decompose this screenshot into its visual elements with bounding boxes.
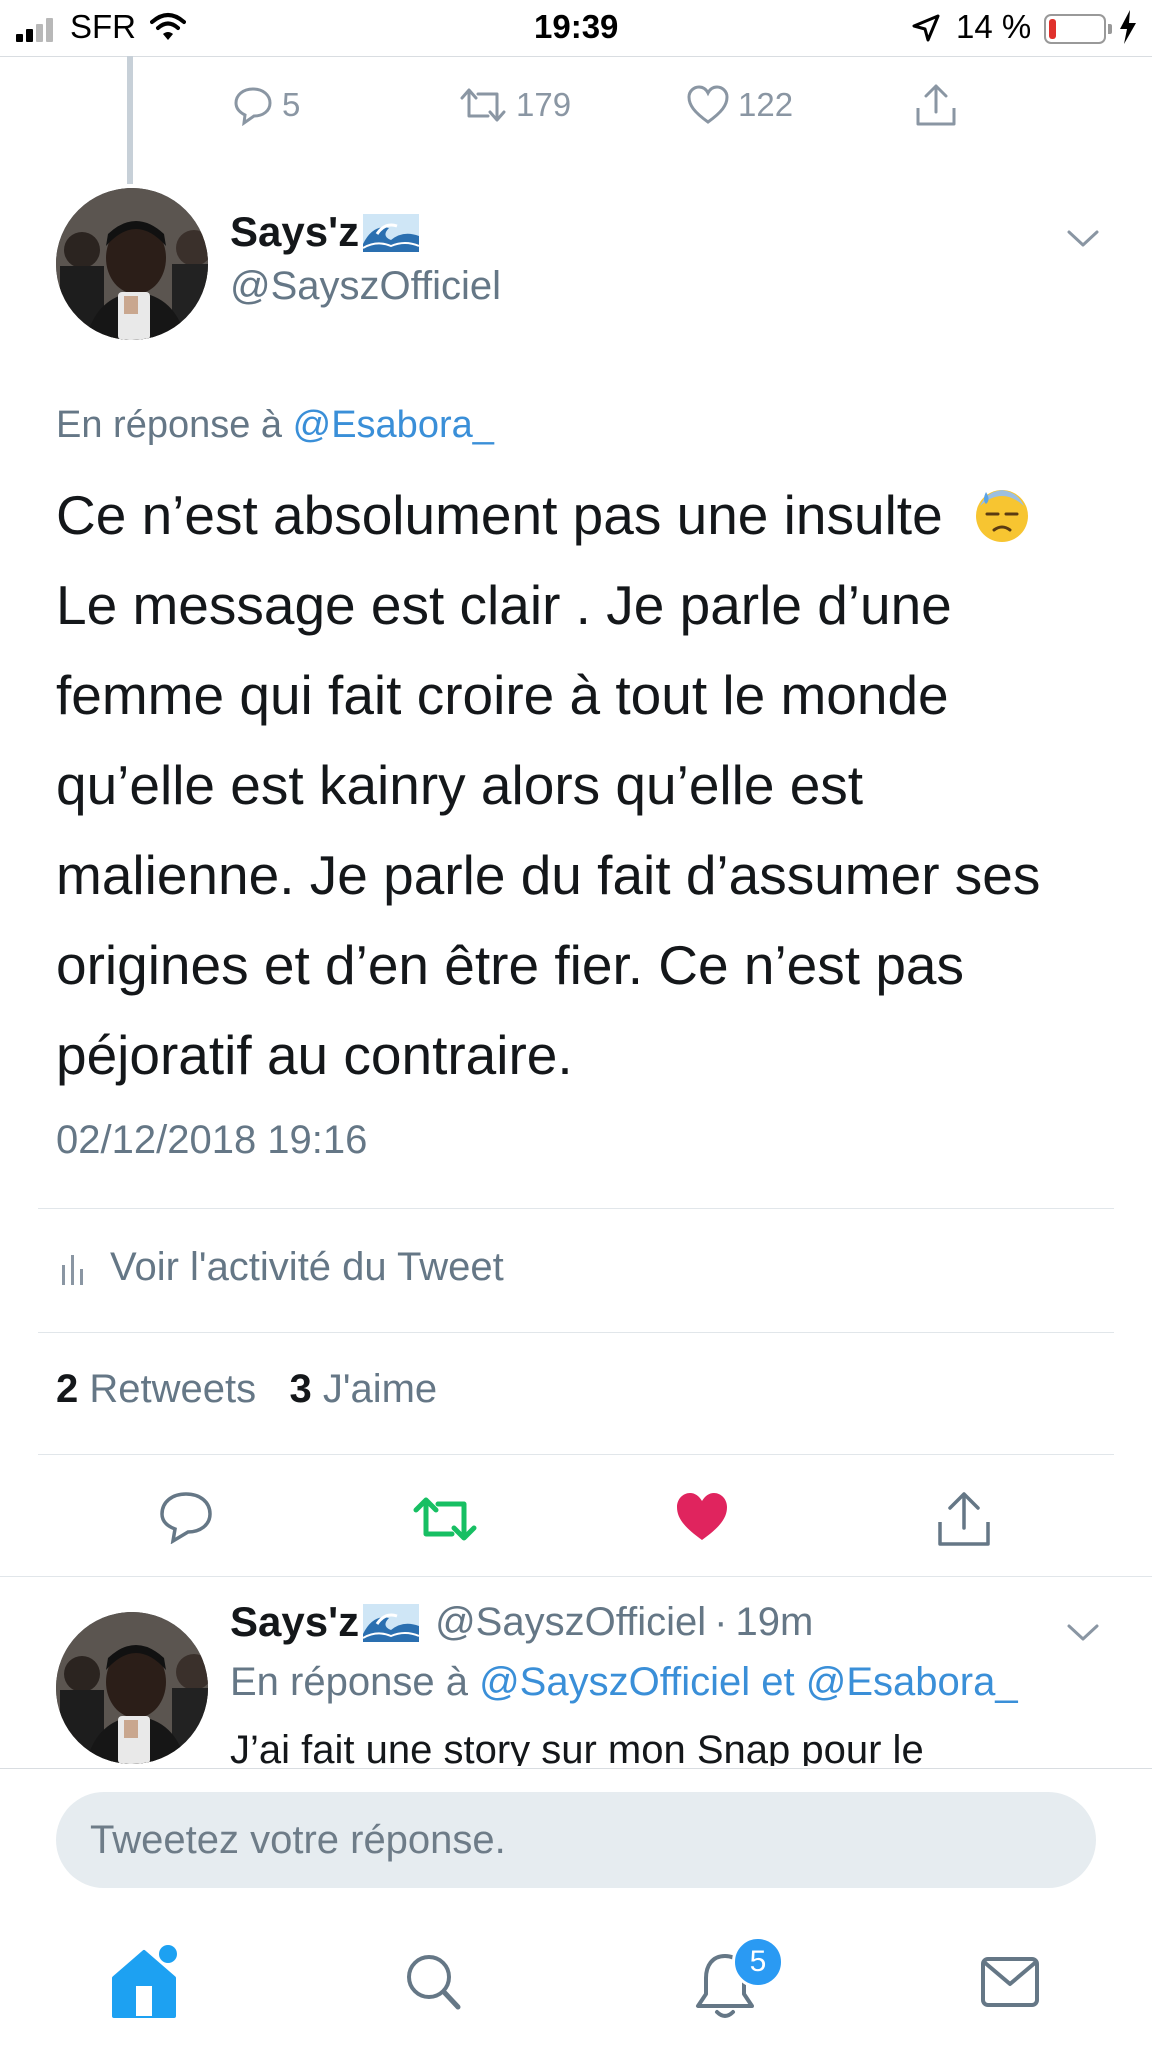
separator-dot: ·	[714, 1599, 728, 1644]
heart-icon	[687, 85, 729, 124]
tweet-line: femme qui fait croire à tout le monde	[56, 664, 949, 726]
status-bar: SFR 19:39 14 %	[0, 0, 1152, 57]
divider	[38, 1332, 1114, 1333]
tweet-body: Ce n’est absolument pas une insulte Le m…	[56, 470, 1116, 1100]
home-icon	[112, 1945, 177, 2018]
like-label: J'aime	[322, 1367, 438, 1411]
charging-bolt-icon	[1120, 10, 1136, 44]
retweet-count: 2	[56, 1367, 79, 1411]
tweet-timestamp: 02/12/2018 19:16	[56, 1118, 368, 1162]
tab-home[interactable]	[106, 1942, 190, 2022]
analytics-bars-icon	[62, 1254, 83, 1285]
divider	[38, 1208, 1114, 1209]
engagement-counts: 2 Retweets 3 J'aime	[56, 1367, 437, 1412]
likes-count-link[interactable]: 3 J'aime	[289, 1367, 437, 1411]
reply-to-link[interactable]: @Esabora_	[806, 1660, 1018, 1704]
reply-context: En réponse à @SayszOfficiel et @Esabora_	[230, 1660, 1018, 1705]
chevron-down-icon[interactable]	[1066, 228, 1100, 250]
reply-author-name[interactable]: Says'z	[230, 1598, 359, 1646]
water-wave-icon	[363, 214, 420, 252]
avatar[interactable]	[56, 1612, 208, 1764]
reply-to-link[interactable]: @Esabora_	[293, 404, 494, 446]
reply-author-handle[interactable]: @SayszOfficiel	[435, 1600, 706, 1645]
notification-badge: 5	[732, 1936, 784, 1988]
reply-input-placeholder: Tweetez votre réponse.	[90, 1818, 506, 1862]
author-name: Says'z	[230, 208, 360, 255]
share-icon	[916, 84, 956, 126]
tweet-line: malienne. Je parle du fait d’assumer ses	[56, 844, 1041, 906]
previous-reply-button[interactable]: 5	[232, 80, 300, 130]
search-icon[interactable]	[404, 1952, 462, 2012]
battery-icon	[1044, 14, 1112, 44]
retweet-label: Retweets	[89, 1367, 257, 1411]
previous-share-button[interactable]	[914, 80, 958, 130]
previous-reply-count: 5	[282, 86, 301, 123]
retweet-button-icon[interactable]	[412, 1492, 478, 1546]
battery-percent: 14 %	[956, 8, 1032, 45]
divider	[38, 1454, 1114, 1455]
reply-to-link[interactable]: @SayszOfficiel	[479, 1660, 750, 1704]
tweet-activity-label: Voir l'activité du Tweet	[110, 1245, 504, 1289]
avatar[interactable]	[56, 188, 208, 340]
previous-retweet-count: 179	[516, 86, 572, 123]
tweet-line: Ce n’est absolument pas une insulte	[56, 470, 1116, 560]
tweet-line: qu’elle est kainry alors qu’elle est	[56, 754, 864, 816]
divider	[0, 1768, 1152, 1769]
avatar-photo	[56, 1612, 208, 1764]
carrier-name: SFR	[70, 8, 136, 45]
reply-time-ago: 19m	[735, 1599, 814, 1644]
tweet-activity-link[interactable]: Voir l'activité du Tweet	[62, 1245, 504, 1290]
divider	[0, 1576, 1152, 1577]
share-button-icon[interactable]	[936, 1490, 992, 1548]
reply-text-preview: J’ai fait une story sur mon Snap pour le	[230, 1728, 924, 1766]
messages-envelope-icon[interactable]	[980, 1956, 1040, 2008]
signal-strength-icon	[16, 16, 64, 42]
retweets-count-link[interactable]: 2 Retweets	[56, 1367, 256, 1411]
tab-bar: 5	[0, 1912, 1152, 2048]
reply-prefix: En réponse à	[56, 404, 283, 446]
thread-line	[127, 56, 133, 184]
reply-button-icon[interactable]	[158, 1490, 214, 1544]
previous-like-count: 122	[738, 86, 794, 123]
tweet-line-text: Ce n’est absolument pas une insulte	[56, 484, 943, 546]
reply-context: En réponse à @Esabora_	[56, 404, 494, 447]
downcast-face-with-sweat-icon	[975, 490, 1028, 542]
reply-input[interactable]: Tweetez votre réponse.	[56, 1792, 1096, 1888]
retweet-icon	[460, 88, 506, 122]
reply-tweet[interactable]: Says'z @SayszOfficiel · 19m En réponse à…	[0, 1578, 1152, 1766]
previous-retweet-button[interactable]: 179	[458, 80, 571, 130]
wifi-icon	[150, 13, 186, 40]
like-button-icon[interactable]	[674, 1490, 730, 1544]
location-arrow-icon	[912, 14, 940, 42]
tab-notifications[interactable]: 5	[690, 1936, 784, 2022]
reply-and: et	[761, 1660, 795, 1704]
reply-header: Says'z @SayszOfficiel · 19m	[230, 1598, 813, 1646]
tweet-line: péjoratif au contraire.	[56, 1024, 573, 1086]
chevron-down-icon[interactable]	[1066, 1622, 1100, 1644]
previous-like-button[interactable]: 122	[686, 80, 793, 130]
author-name-row[interactable]: Says'z	[230, 208, 420, 256]
tweet-line: origines et d’en être fier. Ce n’est pas	[56, 934, 965, 996]
author-handle[interactable]: @SayszOfficiel	[230, 264, 501, 309]
reply-icon	[234, 87, 272, 126]
reply-prefix: En réponse à	[230, 1660, 468, 1704]
tweet-line: Le message est clair . Je parle d’une	[56, 574, 952, 636]
like-count: 3	[289, 1367, 312, 1411]
water-wave-icon	[363, 1604, 420, 1642]
clock: 19:39	[534, 8, 619, 45]
avatar-photo	[56, 188, 208, 340]
